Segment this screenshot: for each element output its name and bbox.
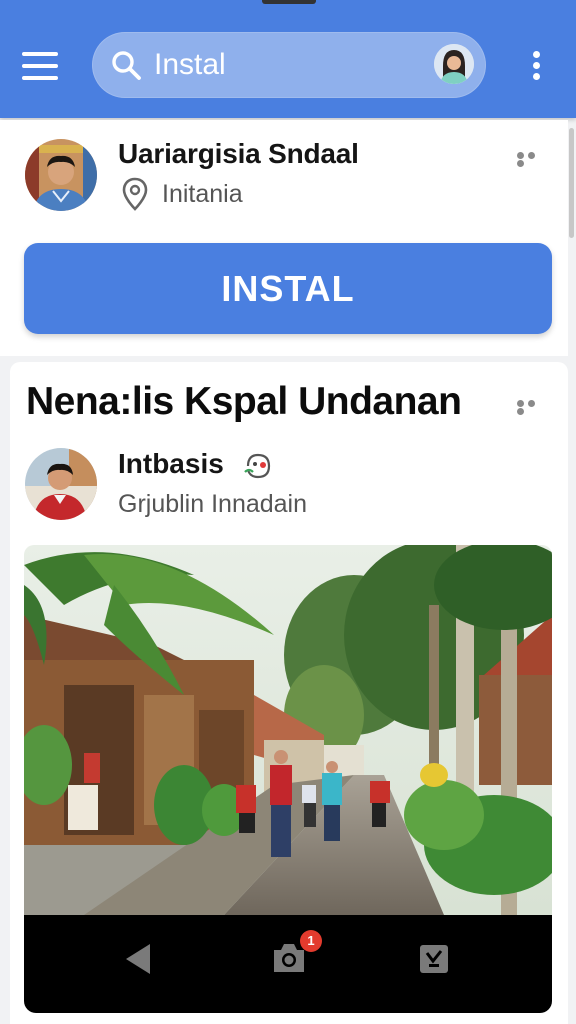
- search-input[interactable]: Instal: [154, 46, 226, 84]
- camera-notch: [262, 0, 316, 4]
- scrollbar[interactable]: [569, 128, 574, 238]
- author-name: Intbasis: [118, 448, 224, 479]
- search-bar[interactable]: Instal: [92, 32, 486, 98]
- account-avatar[interactable]: [25, 139, 97, 211]
- check-box-icon[interactable]: [419, 944, 449, 974]
- more-vert-icon[interactable]: [530, 48, 542, 84]
- author-avatar[interactable]: [25, 448, 97, 520]
- notification-badge: 1: [300, 930, 322, 952]
- account-location: Initania: [162, 180, 243, 208]
- location-pin-icon: [122, 177, 148, 211]
- app-bar: Instal: [0, 0, 576, 118]
- install-button[interactable]: INSTAL: [24, 243, 552, 334]
- search-icon: [112, 51, 141, 80]
- user-avatar[interactable]: [434, 44, 474, 84]
- person-walking: [270, 750, 292, 857]
- menu-icon[interactable]: [22, 52, 60, 80]
- author-subtitle: Grjublin Innadain: [118, 490, 308, 518]
- account-more-icon[interactable]: [517, 151, 549, 167]
- back-icon[interactable]: [124, 942, 152, 976]
- post-photo[interactable]: [24, 545, 552, 915]
- post-title: Nena:lis Kspal Undanan: [26, 380, 462, 423]
- account-name: Uariargisia Sndaal: [118, 138, 359, 169]
- sticker-icon: [244, 453, 271, 479]
- post-more-icon[interactable]: [517, 399, 549, 415]
